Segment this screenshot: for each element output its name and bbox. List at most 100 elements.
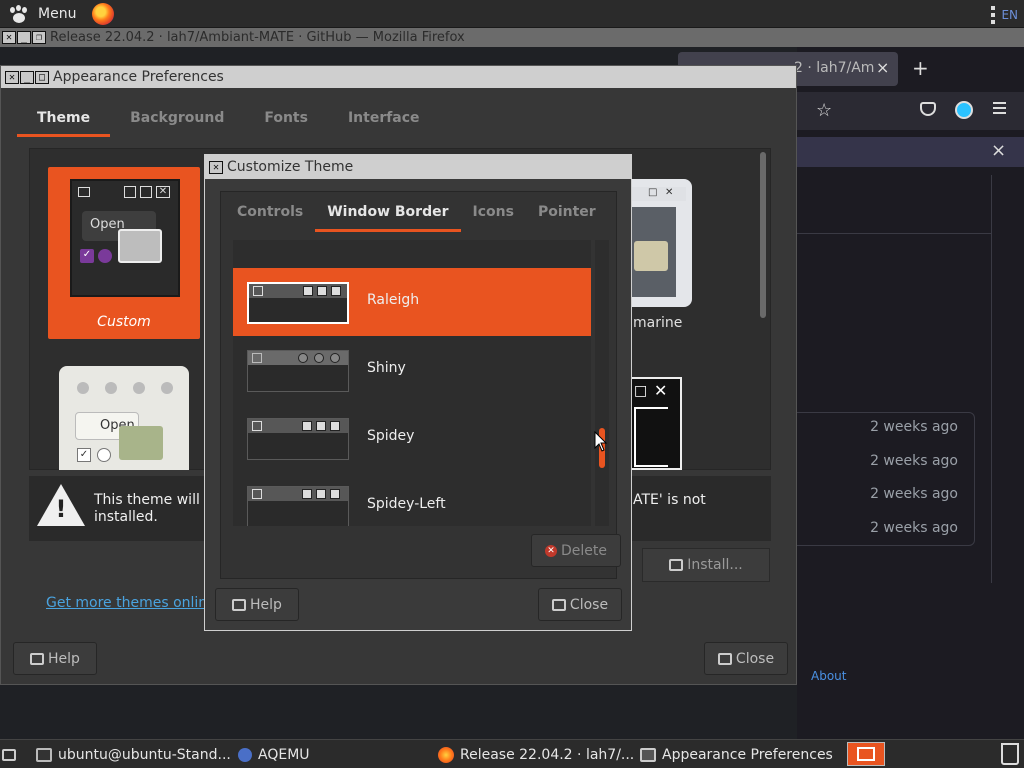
appearance-titlebar[interactable]: ✕ _ □ Appearance Preferences: [1, 66, 796, 88]
firefox-launcher-icon[interactable]: [92, 3, 114, 25]
bookmark-star-icon[interactable]: ☆: [816, 100, 832, 121]
appearance-minimize-button[interactable]: _: [20, 70, 34, 84]
customize-close-x-button[interactable]: ✕: [209, 160, 223, 174]
trash-icon[interactable]: [1001, 743, 1019, 765]
taskbar-item-aqemu[interactable]: AQEMU: [238, 744, 310, 766]
list-item[interactable]: Shiny: [233, 336, 591, 404]
taskbar-item-label: ubuntu@ubuntu-Stand...: [58, 747, 231, 763]
window-icon: [252, 489, 262, 499]
theme-tile-dark[interactable]: □ ✕: [630, 377, 682, 470]
delete-label: Delete: [561, 542, 607, 559]
folder-icon: [119, 426, 163, 460]
maximize-icon: □: [634, 383, 648, 399]
more-themes-link[interactable]: Get more themes online: [46, 595, 216, 611]
maximize-icon: [317, 286, 327, 296]
taskbar-item-firefox[interactable]: Release 22.04.2 · lah7/...: [438, 744, 634, 766]
firefox-minimize-button[interactable]: _: [17, 31, 31, 44]
close-icon: ✕: [654, 381, 668, 400]
theme-tile-custom[interactable]: ✕ Open ✓ Custom: [48, 167, 200, 339]
theme-gallery-scrollbar[interactable]: [760, 152, 766, 318]
asset-date: 2 weeks ago: [870, 486, 958, 502]
image-icon: [118, 229, 162, 263]
border-thumbnail: [247, 418, 349, 460]
maximize-icon: [316, 489, 326, 499]
border-thumbnail: [247, 350, 349, 392]
workspace-switcher[interactable]: [847, 742, 885, 766]
preview-titlebar: □ ✕: [630, 187, 686, 201]
close-icon: [551, 598, 566, 611]
appearance-help-button[interactable]: Help: [13, 642, 97, 675]
window-icon: [252, 421, 262, 431]
mate-logo-icon: [10, 5, 30, 23]
main-menu-button[interactable]: Menu: [10, 3, 76, 25]
minimize-icon: [302, 421, 312, 431]
mouse-cursor-icon: [594, 431, 608, 452]
window-border-list: Raleigh Shiny Spidey Spidey-Left: [233, 240, 591, 526]
maximize-icon: [316, 421, 326, 431]
theme-tile-light[interactable]: Open ✓: [59, 366, 189, 470]
firefox-close-button[interactable]: ✕: [2, 31, 16, 44]
customize-help-button[interactable]: Help: [215, 588, 299, 621]
maximize-icon: [140, 186, 152, 198]
close-icon: [330, 489, 340, 499]
show-desktop-button[interactable]: [2, 744, 16, 766]
delete-button[interactable]: ✕ Delete: [531, 534, 621, 567]
maximize-icon: [314, 353, 324, 363]
taskbar: ubuntu@ubuntu-Stand... AQEMU Release 22.…: [0, 739, 1024, 768]
folder-icon: [634, 241, 668, 271]
close-icon: [331, 286, 341, 296]
help-icon: [30, 652, 45, 665]
help-icon: [232, 598, 247, 611]
list-item[interactable]: Spidey-Left: [233, 472, 591, 526]
appearance-close-window-button[interactable]: Close: [704, 642, 788, 675]
tab-window-border[interactable]: Window Border: [315, 194, 461, 232]
hamburger-menu-icon[interactable]: [993, 102, 1006, 114]
install-button[interactable]: Install...: [642, 548, 770, 582]
radio-icon: [97, 448, 111, 462]
preview-body: [634, 407, 668, 467]
tab-icons[interactable]: Icons: [461, 194, 526, 232]
taskbar-item-terminal[interactable]: ubuntu@ubuntu-Stand...: [36, 744, 231, 766]
tab-theme[interactable]: Theme: [17, 101, 111, 137]
list-item[interactable]: Spidey: [233, 404, 591, 472]
appearance-window-title: Appearance Preferences: [53, 69, 224, 85]
help-label: Help: [48, 650, 80, 667]
close-label: Close: [735, 650, 775, 667]
minimize-icon: [303, 286, 313, 296]
minimize-icon: [124, 186, 136, 198]
keyboard-indicator[interactable]: EN: [991, 6, 1018, 24]
notification-close-icon[interactable]: ×: [991, 140, 1006, 161]
firefox-maximize-button[interactable]: ❐: [32, 31, 46, 44]
customize-titlebar[interactable]: ✕ Customize Theme: [205, 155, 631, 179]
appearance-maximize-button[interactable]: □: [35, 70, 49, 84]
taskbar-item-label: Appearance Preferences: [662, 747, 833, 763]
appearance-close-button[interactable]: ✕: [5, 70, 19, 84]
tab-interface[interactable]: Interface: [328, 101, 440, 137]
list-scrollbar[interactable]: [595, 240, 609, 526]
firefox-new-tab-button[interactable]: +: [912, 56, 929, 80]
firefox-window-title: Release 22.04.2 · lah7/Ambiant-MATE · Gi…: [50, 30, 465, 45]
divider: [797, 233, 992, 234]
border-name: Spidey-Left: [367, 496, 446, 512]
customize-close-button[interactable]: Close: [538, 588, 622, 621]
asset-date: 2 weeks ago: [870, 419, 958, 435]
help-label: Help: [250, 596, 282, 613]
tab-pointer[interactable]: Pointer: [526, 194, 608, 232]
asset-date: 2 weeks ago: [870, 453, 958, 469]
about-link[interactable]: About: [811, 669, 846, 683]
taskbar-item-label: Release 22.04.2 · lah7/...: [460, 747, 635, 763]
tab-background[interactable]: Background: [110, 101, 244, 137]
list-item[interactable]: [233, 240, 591, 252]
border-thumbnail: [247, 282, 349, 324]
tab-controls[interactable]: Controls: [225, 194, 315, 232]
tab-fonts[interactable]: Fonts: [244, 101, 328, 137]
firefox-tab-close-icon[interactable]: ×: [876, 58, 889, 77]
theme-tile-aquamarine[interactable]: □ ✕: [630, 179, 692, 307]
list-item[interactable]: Raleigh: [233, 268, 591, 336]
account-icon[interactable]: [955, 101, 973, 119]
install-icon: [669, 559, 684, 571]
firefox-titlebar[interactable]: ✕ _ ❐ Release 22.04.2 · lah7/Ambiant-MAT…: [0, 28, 1024, 47]
customize-window-title: Customize Theme: [227, 159, 354, 175]
theme-name-custom: Custom: [97, 314, 151, 330]
taskbar-item-appearance[interactable]: Appearance Preferences: [640, 744, 833, 766]
